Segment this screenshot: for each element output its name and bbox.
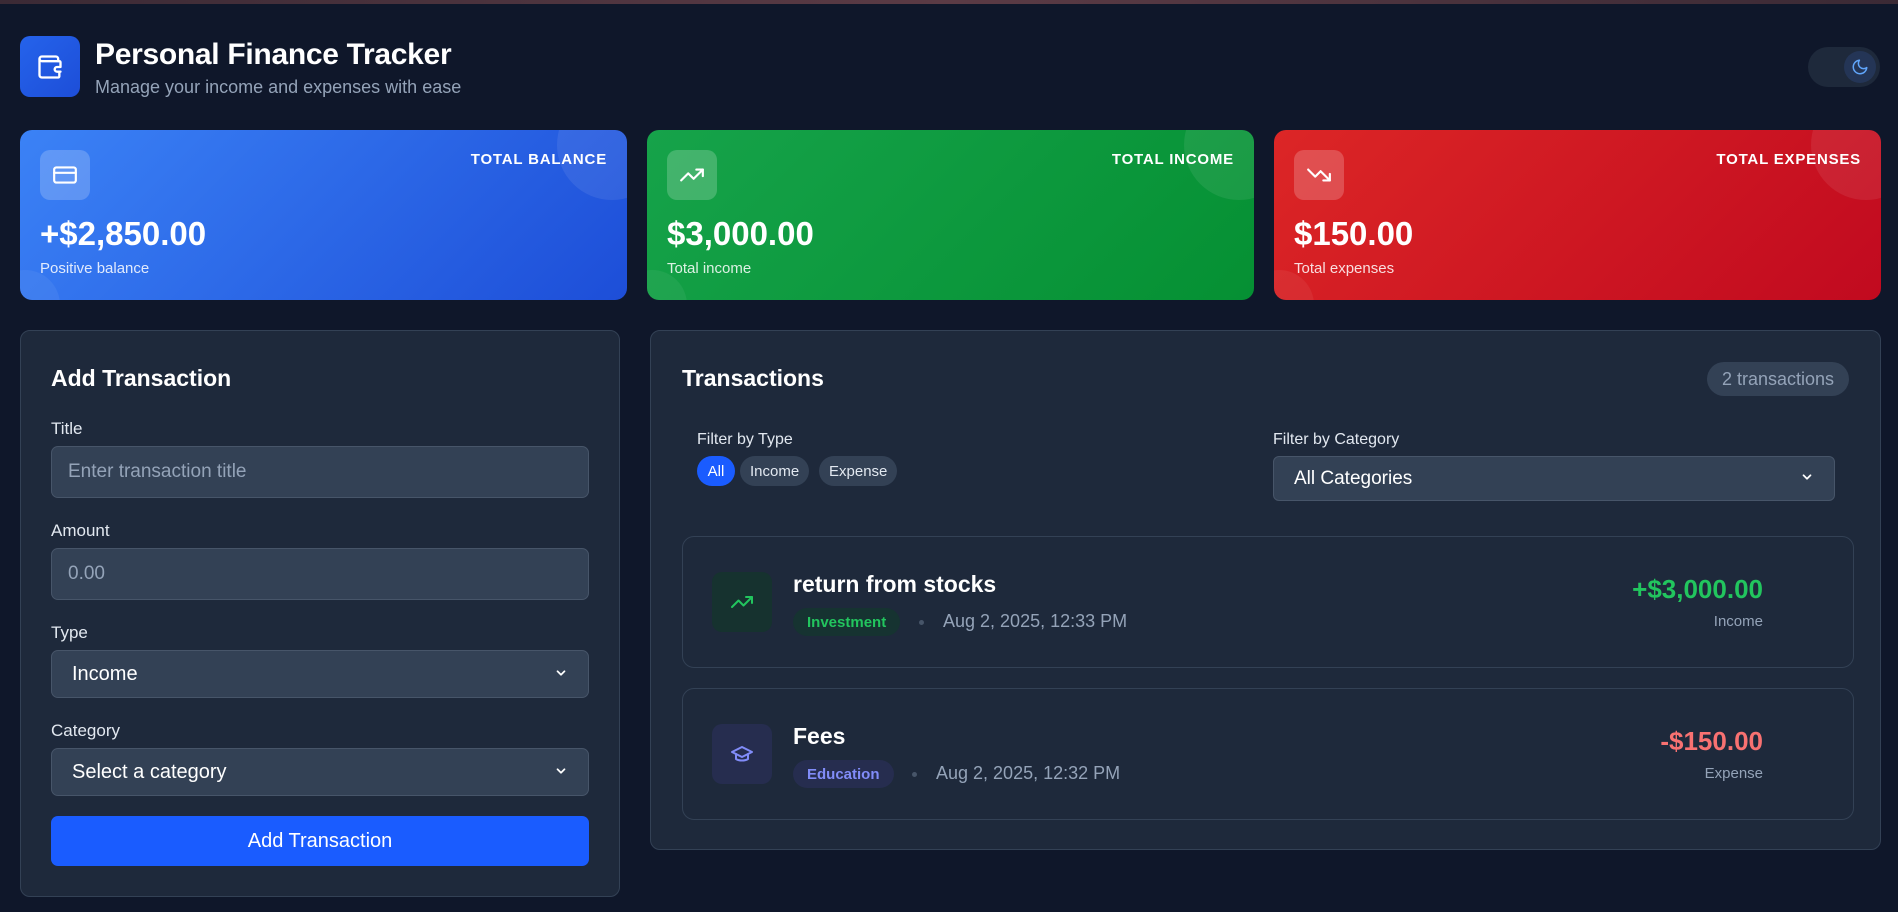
page-subtitle: Manage your income and expenses with eas… (95, 77, 462, 97)
category-tag: Investment (793, 608, 901, 636)
filter-category-label: Filter by Category (1273, 431, 1400, 448)
amount-input[interactable] (51, 548, 589, 600)
amount-label: Amount (51, 521, 110, 540)
panel-title: Add Transaction (51, 365, 232, 391)
transaction-type: Income (1713, 613, 1763, 630)
type-select-value: Income (72, 662, 138, 685)
total-income-card: TOTAL INCOME $3,000.00 Total income (647, 130, 1254, 300)
separator-dot (919, 620, 924, 625)
stat-value: +$2,850.00 (40, 215, 207, 252)
transaction-amount: +$3,000.00 (1632, 574, 1763, 604)
theme-toggle[interactable] (1808, 47, 1880, 87)
stat-value: $3,000.00 (667, 215, 814, 252)
transactions-panel: Transactions 2 transactions Filter by Ty… (650, 330, 1881, 850)
chevron-down-icon (1800, 468, 1814, 490)
chevron-down-icon (554, 761, 568, 784)
total-expenses-card: TOTAL EXPENSES $150.00 Total expenses (1274, 130, 1881, 300)
transaction-date: Aug 2, 2025, 12:32 PM (936, 763, 1121, 783)
filter-expense-button[interactable]: Expense (819, 456, 898, 486)
stat-note: Total income (667, 260, 752, 277)
page-title: Personal Finance Tracker (95, 38, 452, 71)
trending-up-icon (667, 150, 717, 200)
title-label: Title (51, 419, 83, 438)
filter-category-select[interactable]: All Categories (1273, 456, 1835, 501)
transaction-item[interactable]: return from stocks Investment Aug 2, 202… (682, 536, 1854, 668)
filter-all-button[interactable]: All (697, 456, 735, 486)
stat-label: TOTAL EXPENSES (1716, 151, 1861, 168)
filter-category-value: All Categories (1294, 467, 1413, 489)
transaction-item[interactable]: Fees Education Aug 2, 2025, 12:32 PM -$1… (682, 688, 1854, 820)
filter-type-label: Filter by Type (697, 431, 793, 448)
transaction-title: Fees (793, 723, 846, 749)
stat-label: TOTAL BALANCE (470, 151, 607, 168)
chevron-down-icon (554, 663, 568, 686)
panel-title: Transactions (682, 365, 824, 391)
trending-up-icon (712, 572, 772, 632)
type-select[interactable]: Income (51, 650, 589, 698)
filter-income-button[interactable]: Income (740, 456, 810, 486)
stat-note: Positive balance (40, 260, 150, 277)
category-select-value: Select a category (72, 760, 227, 783)
total-balance-card: TOTAL BALANCE +$2,850.00 Positive balanc… (20, 130, 627, 300)
stat-note: Total expenses (1294, 260, 1395, 277)
category-label: Category (51, 721, 120, 740)
add-transaction-panel: Add Transaction Title Amount Type Income… (20, 330, 620, 897)
stat-label: TOTAL INCOME (1111, 151, 1234, 168)
transaction-date: Aug 2, 2025, 12:33 PM (943, 611, 1128, 631)
category-select[interactable]: Select a category (51, 748, 589, 796)
transaction-amount: -$150.00 (1660, 726, 1763, 756)
add-transaction-button[interactable]: Add Transaction (51, 816, 589, 866)
stat-value: $150.00 (1294, 215, 1414, 252)
trending-down-icon (1294, 150, 1344, 200)
credit-card-icon (40, 150, 90, 200)
separator-dot (912, 772, 917, 777)
top-accent-line (0, 0, 1898, 4)
category-tag: Education (793, 760, 894, 788)
transaction-title: return from stocks (793, 571, 997, 597)
graduation-cap-icon (712, 724, 772, 784)
title-input[interactable] (51, 446, 589, 498)
type-label: Type (51, 623, 88, 642)
wallet-icon (20, 36, 80, 97)
moon-icon (1844, 51, 1876, 83)
transaction-type: Expense (1704, 765, 1763, 782)
transaction-count-badge: 2 transactions (1706, 362, 1849, 396)
app-header: Personal Finance Tracker Manage your inc… (20, 36, 1880, 98)
